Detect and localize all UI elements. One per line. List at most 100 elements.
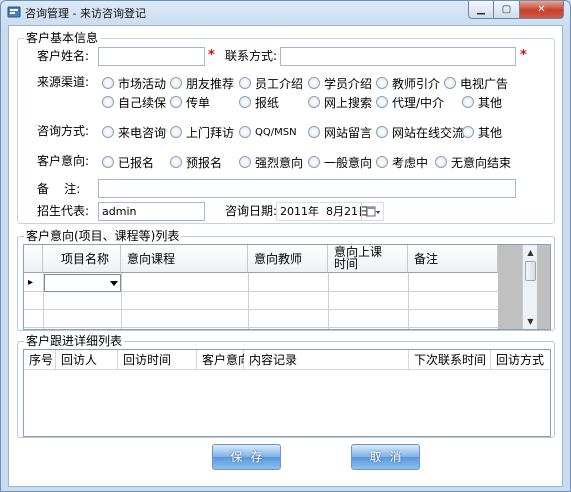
method-radio-label: 来电咨询 [118, 125, 167, 140]
title-bar[interactable]: 咨询管理 - 来访咨询登记 ▁ ▢ ✕ [1, 1, 570, 23]
intent-radio[interactable]: 一般意向 [308, 154, 372, 170]
rep-input[interactable] [98, 202, 205, 221]
radio-circle-icon [308, 96, 320, 108]
source-radio-label: 代理/中介 [392, 95, 445, 110]
col-next-contact[interactable]: 下次联系时间 [409, 350, 491, 370]
source-radio[interactable]: 传单 [170, 94, 210, 110]
grid-col-line [408, 273, 409, 329]
intent-radio-label: 无意向结束 [451, 155, 512, 170]
source-radio[interactable]: 员工介绍 [239, 75, 303, 91]
radio-circle-icon [102, 126, 114, 138]
project-combo[interactable] [44, 274, 121, 292]
form-client-area: 客户基本信息 客户姓名: * 联系方式: * 来源渠道: 市场活动 朋友推荐 员… [8, 25, 563, 487]
scroll-thumb[interactable] [525, 261, 536, 281]
method-radio-label: 网站留言 [324, 125, 373, 140]
source-radio-label: 员工介绍 [255, 76, 304, 91]
intent-radio-label: 考虑中 [392, 155, 429, 170]
method-radio[interactable]: QQ/MSN [239, 124, 297, 140]
name-required-mark: * [208, 48, 215, 63]
source-radio[interactable]: 其他 [462, 94, 502, 110]
name-label: 客户姓名: [37, 49, 90, 63]
source-radio[interactable]: 代理/中介 [376, 94, 444, 110]
col-teacher[interactable]: 意向教师 [248, 245, 328, 273]
intent-radio[interactable]: 考虑中 [376, 154, 428, 170]
col-class-time[interactable]: 意向上课 时间 [328, 245, 408, 273]
contact-required-mark: * [520, 48, 527, 63]
radio-circle-icon [376, 96, 388, 108]
source-radio[interactable]: 市场活动 [102, 75, 166, 91]
source-radio[interactable]: 朋友推荐 [170, 75, 234, 91]
customer-name-input[interactable] [98, 47, 205, 66]
remark-label: 备 注: [37, 182, 81, 196]
radio-circle-icon [102, 96, 114, 108]
radio-circle-icon [102, 156, 114, 168]
source-radio-label: 报纸 [255, 95, 280, 110]
source-radio-label: 网上搜索 [324, 95, 373, 110]
method-radio[interactable]: 网站留言 [308, 124, 372, 140]
method-radio[interactable]: 网站在线交流 [376, 124, 464, 140]
intent-radio[interactable]: 已报名 [102, 154, 154, 170]
remark-input[interactable] [98, 179, 516, 198]
method-radio-label: 其他 [478, 125, 503, 140]
date-value: 2011年 8月21日 [280, 205, 369, 218]
save-button[interactable]: 保存 [212, 444, 281, 470]
radio-circle-icon [239, 126, 251, 138]
col-course[interactable]: 意向课程 [121, 245, 248, 273]
grid-row-line [24, 327, 498, 328]
source-radio[interactable]: 学员介绍 [308, 75, 372, 91]
col-visitor[interactable]: 回访人 [56, 350, 118, 370]
chevron-down-icon[interactable] [110, 281, 118, 286]
intent-grid-body: 项目名称 意向课程 意向教师 意向上课 时间 备注 ▸ [24, 245, 498, 329]
col-intent[interactable]: 客户意向 [197, 350, 250, 370]
method-radio-label: QQ/MSN [255, 126, 297, 138]
radio-circle-icon [462, 96, 474, 108]
radio-circle-icon [308, 126, 320, 138]
source-radio[interactable]: 自己续保 [102, 94, 166, 110]
maximize-button[interactable]: ▢ [494, 1, 520, 19]
col-content[interactable]: 内容记录 [244, 350, 409, 370]
cancel-button[interactable]: 取消 [351, 444, 420, 470]
intent-radio[interactable]: 无意向结束 [435, 154, 511, 170]
radio-circle-icon [444, 77, 456, 89]
radio-circle-icon [102, 77, 114, 89]
source-radio-label: 电视广告 [460, 76, 509, 91]
radio-circle-icon [239, 96, 251, 108]
intent-grid-scrollbar[interactable]: ▲ ▼ [522, 245, 537, 329]
grid-col-line [121, 273, 122, 329]
row-header-corner [24, 245, 43, 273]
source-radio[interactable]: 电视广告 [444, 75, 508, 91]
col-project[interactable]: 项目名称 [43, 245, 121, 273]
col-seq[interactable]: 序号 [24, 350, 56, 370]
intent-radio[interactable]: 预报名 [170, 154, 222, 170]
followup-list[interactable]: 序号 回访人 回访时间 客户意向 内容记录 下次联系时间 回访方式 [23, 349, 551, 437]
contact-input[interactable] [280, 47, 516, 66]
scroll-up-icon[interactable]: ▲ [524, 246, 537, 259]
grid-row-line [24, 309, 498, 310]
intent-radio-label: 预报名 [186, 155, 223, 170]
minimize-button[interactable]: ▁ [468, 1, 494, 19]
scroll-down-icon[interactable]: ▼ [524, 315, 537, 328]
method-radio[interactable]: 来电咨询 [102, 124, 166, 140]
source-label: 来源渠道: [37, 75, 90, 89]
col-visit-time[interactable]: 回访时间 [118, 350, 197, 370]
method-label: 咨询方式: [37, 124, 90, 138]
close-button[interactable]: ✕ [520, 1, 564, 19]
window-title: 咨询管理 - 来访咨询登记 [25, 7, 146, 20]
radio-circle-icon [462, 126, 474, 138]
col-note[interactable]: 备注 [408, 245, 498, 273]
date-picker[interactable]: 2011年 8月21日 [276, 202, 384, 221]
method-radio[interactable]: 上门拜访 [170, 124, 234, 140]
source-radio-label: 传单 [186, 95, 211, 110]
intent-radio[interactable]: 强烈意向 [239, 154, 303, 170]
main-window: 咨询管理 - 来访咨询登记 ▁ ▢ ✕ 客户基本信息 客户姓名: * 联系方式:… [0, 0, 571, 492]
radio-circle-icon [376, 156, 388, 168]
col-visit-method[interactable]: 回访方式 [491, 350, 550, 370]
source-radio[interactable]: 教师引介 [376, 75, 440, 91]
radio-circle-icon [239, 77, 251, 89]
contact-label: 联系方式: [225, 49, 278, 63]
source-radio[interactable]: 报纸 [239, 94, 279, 110]
source-radio[interactable]: 网上搜索 [308, 94, 372, 110]
intent-grid[interactable]: 项目名称 意向课程 意向教师 意向上课 时间 备注 ▸ ▲ ▼ [23, 244, 551, 330]
method-radio[interactable]: 其他 [462, 124, 502, 140]
calendar-icon[interactable] [361, 203, 383, 220]
